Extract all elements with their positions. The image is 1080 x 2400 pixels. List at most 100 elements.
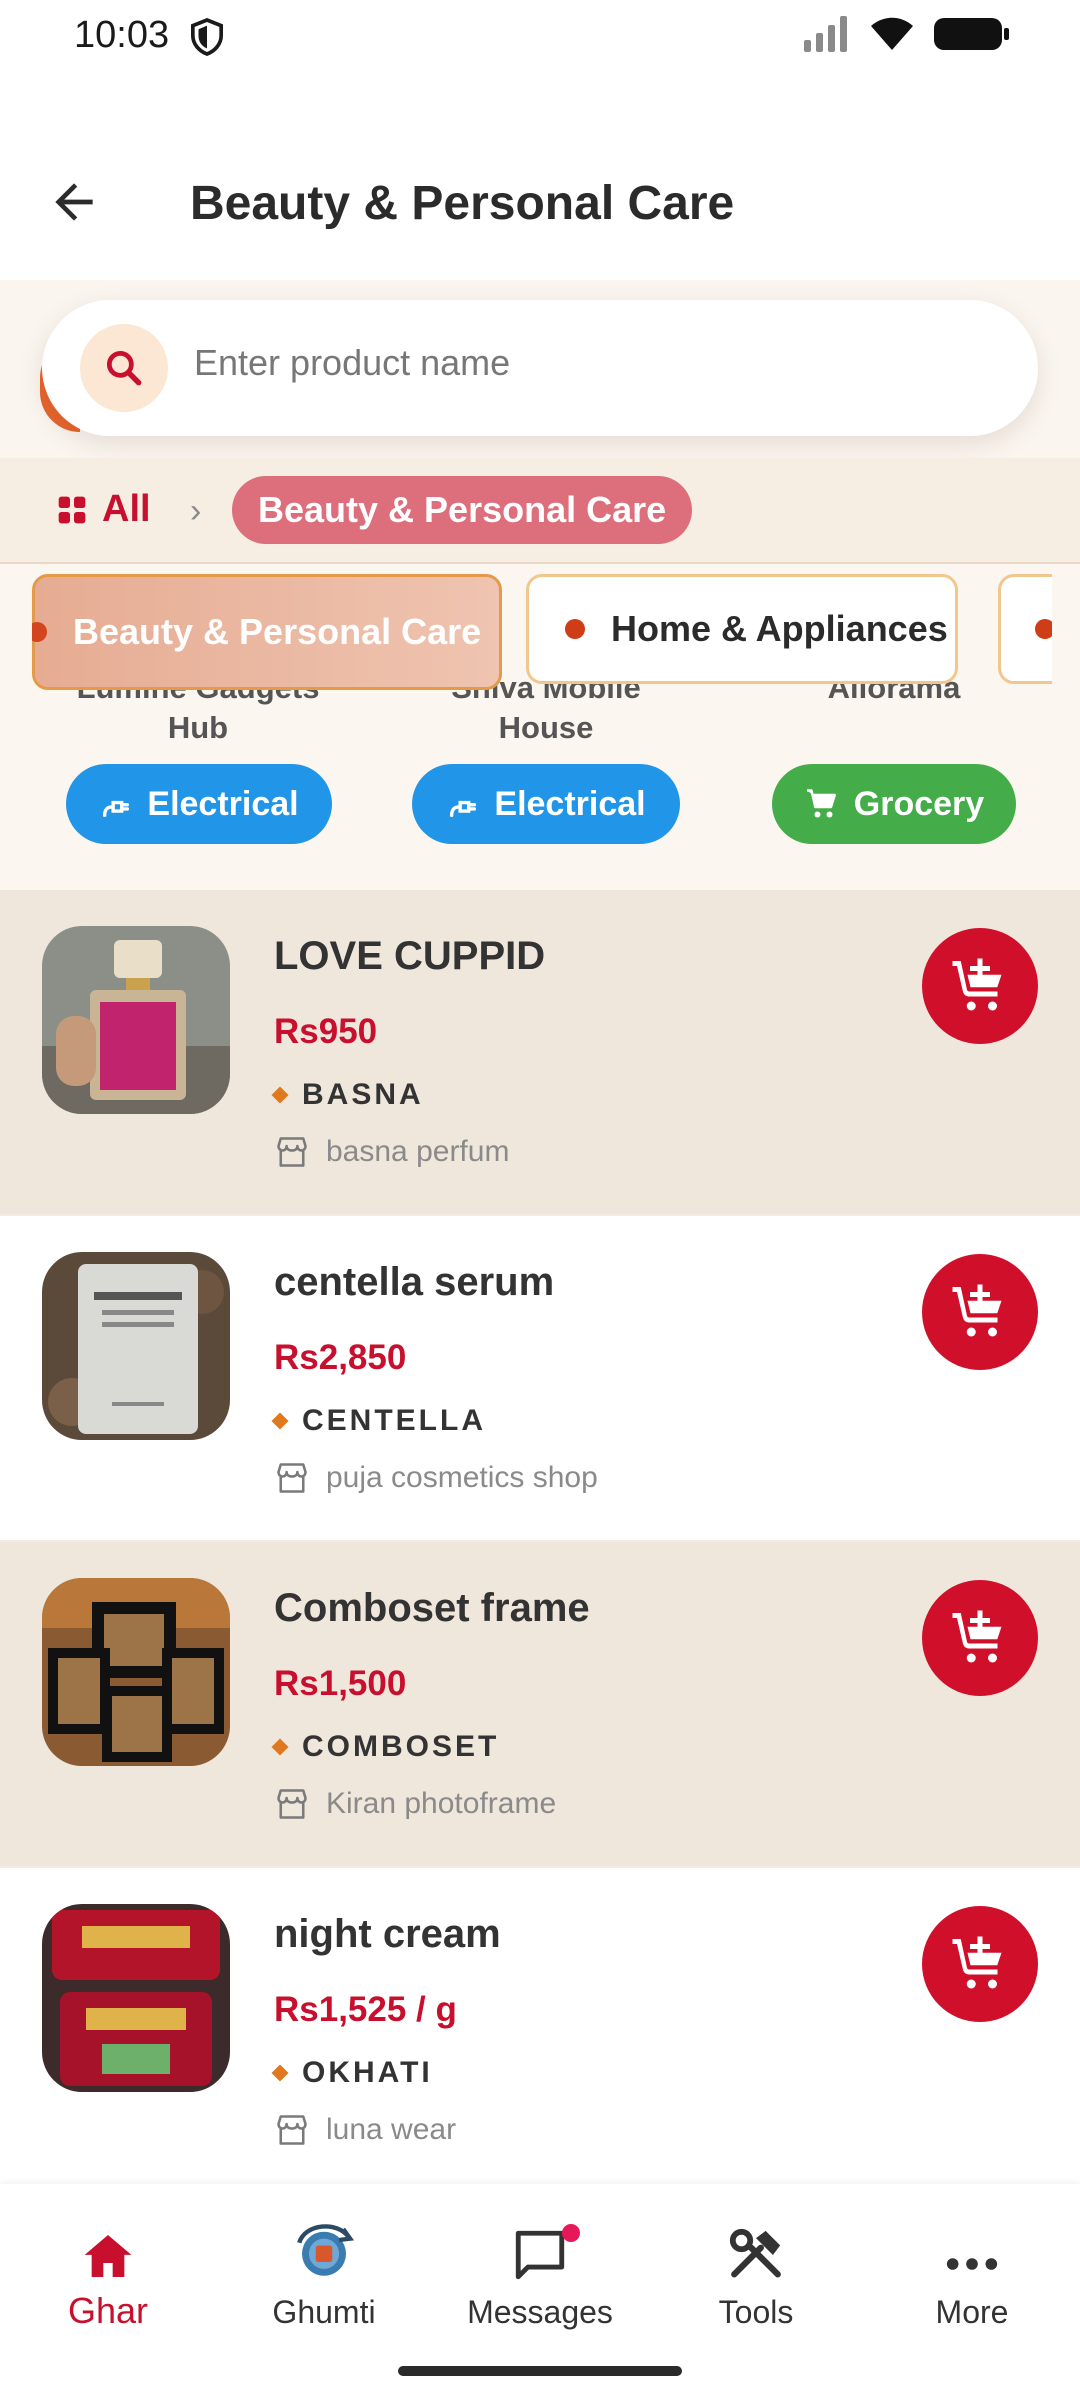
diamond-icon — [271, 1412, 289, 1430]
category-pill-electrical[interactable]: Electrical — [412, 764, 680, 844]
add-to-cart-button[interactable] — [922, 1254, 1038, 1370]
pill-label: Electrical — [147, 784, 299, 823]
category-pill-grocery[interactable]: Grocery — [772, 764, 1016, 844]
product-image-serum — [42, 1252, 230, 1440]
tools-icon — [729, 2228, 781, 2278]
back-arrow-icon[interactable] — [46, 174, 102, 230]
product-row[interactable]: LOVE CUPPID Rs950 BASNA basna perfum — [0, 890, 1080, 1214]
tab-dot-icon — [1035, 619, 1052, 639]
nav-tools[interactable]: Tools — [648, 2204, 864, 2331]
add-to-cart-button[interactable] — [922, 928, 1038, 1044]
shop-name-line2: Hub — [167, 710, 229, 745]
category-tabs: Beauty & Personal Care Home & Appliances — [32, 568, 1052, 692]
product-image-cream — [42, 1904, 230, 2092]
search-icon — [80, 324, 168, 412]
store-icon — [277, 1137, 307, 1167]
home-icon — [84, 2235, 132, 2277]
product-brand: CENTELLA — [271, 1404, 486, 1438]
app-header: Beauty & Personal Care — [0, 130, 1080, 280]
add-to-cart-button[interactable] — [922, 1906, 1038, 2022]
store-icon — [277, 1463, 307, 1493]
shop-label: puja cosmetics shop — [326, 1461, 598, 1494]
breadcrumb-current[interactable]: Beauty & Personal Care — [232, 476, 693, 544]
add-to-cart-icon — [952, 1610, 1002, 1663]
shop-label: basna perfum — [326, 1135, 510, 1168]
shop-name-line2: House — [498, 710, 594, 745]
brand-label: OKHATI — [302, 2056, 433, 2089]
more-dots-icon — [946, 2258, 998, 2270]
brand-label: COMBOSET — [302, 1730, 500, 1763]
product-row[interactable]: Comboset frame Rs1,500 COMBOSET Kiran ph… — [0, 1542, 1080, 1866]
product-shop[interactable]: luna wear — [274, 2112, 456, 2148]
signal-icon — [804, 16, 847, 52]
status-bar: 10:03 — [0, 0, 1080, 72]
product-name: Comboset frame — [274, 1586, 590, 1630]
pill-label: Grocery — [853, 784, 985, 823]
search-section: Enter product name — [0, 280, 1080, 458]
nav-label: More — [935, 2294, 1009, 2330]
nav-label: Ghumti — [272, 2294, 376, 2330]
product-image-perfume — [42, 926, 230, 1114]
nav-label: Tools — [718, 2294, 794, 2330]
add-to-cart-icon — [952, 1284, 1002, 1337]
wifi-icon — [871, 17, 913, 50]
nav-more[interactable]: More — [864, 2204, 1080, 2331]
product-brand: COMBOSET — [271, 1730, 500, 1764]
search-bar[interactable]: Enter product name — [42, 300, 1038, 436]
product-brand: OKHATI — [271, 2056, 433, 2090]
store-icon — [277, 2115, 307, 2145]
category-pill-electrical[interactable]: Electrical — [66, 764, 332, 844]
plug-icon — [103, 800, 130, 818]
messages-icon — [515, 2230, 565, 2280]
add-to-cart-icon — [952, 958, 1002, 1011]
diamond-icon — [271, 2064, 289, 2082]
shop-label: luna wear — [326, 2113, 457, 2146]
product-row[interactable]: night cream Rs1,525 / g OKHATI luna wear — [0, 1868, 1080, 2192]
nav-ghar[interactable]: Ghar — [0, 2204, 216, 2332]
diamond-icon — [271, 1086, 289, 1104]
product-price: Rs1,525 / g — [274, 1990, 457, 2029]
category-section: Lumine Gadgets Hub Shiva Mobile House Al… — [0, 564, 1080, 890]
tab-dot-icon — [565, 619, 585, 639]
pill-label: Electrical — [494, 784, 646, 823]
breadcrumb: All › Beauty & Personal Care — [0, 458, 1080, 564]
product-image-frames — [42, 1578, 230, 1766]
breadcrumb-all-label: All — [102, 488, 151, 530]
shield-icon — [190, 18, 224, 56]
nav-messages[interactable]: Messages — [432, 2204, 648, 2331]
product-brand: BASNA — [271, 1078, 424, 1112]
nav-ghumti[interactable]: Ghumti — [216, 2204, 432, 2331]
product-name: night cream — [274, 1912, 501, 1956]
battery-icon — [934, 18, 1009, 50]
notification-badge — [562, 2224, 580, 2242]
home-indicator[interactable] — [398, 2366, 682, 2376]
product-price: Rs1,500 — [274, 1664, 407, 1703]
store-icon — [277, 1789, 307, 1819]
product-price: Rs950 — [274, 1012, 378, 1051]
product-price: Rs2,850 — [274, 1338, 407, 1377]
search-input[interactable]: Enter product name — [194, 342, 510, 384]
product-shop[interactable]: basna perfum — [274, 1134, 509, 1170]
cart-icon — [806, 789, 836, 818]
product-shop[interactable]: Kiran photoframe — [274, 1786, 556, 1822]
diamond-icon — [271, 1738, 289, 1756]
nav-label: Ghar — [67, 2290, 149, 2331]
brand-label: BASNA — [302, 1078, 424, 1111]
plug-icon — [450, 800, 477, 818]
breadcrumb-all[interactable]: All — [56, 488, 151, 531]
product-name: centella serum — [274, 1260, 555, 1304]
tab-label: Home & Appliances — [611, 608, 948, 649]
shop-label: Kiran photoframe — [326, 1787, 557, 1820]
page-title: Beauty & Personal Care — [190, 177, 735, 230]
tab-home-appliances[interactable]: Home & Appliances — [526, 574, 958, 684]
brand-label: CENTELLA — [302, 1404, 486, 1437]
add-to-cart-button[interactable] — [922, 1580, 1038, 1696]
nav-label: Messages — [467, 2294, 613, 2330]
product-name: LOVE CUPPID — [274, 934, 546, 978]
product-row[interactable]: centella serum Rs2,850 CENTELLA puja cos… — [0, 1216, 1080, 1540]
product-shop[interactable]: puja cosmetics shop — [274, 1460, 598, 1496]
tab-beauty-personal-care[interactable]: Beauty & Personal Care — [32, 574, 502, 690]
tab-label: Beauty & Personal Care — [73, 611, 482, 652]
chevron-right-icon: › — [190, 492, 202, 530]
tab-next-category[interactable] — [998, 574, 1052, 684]
